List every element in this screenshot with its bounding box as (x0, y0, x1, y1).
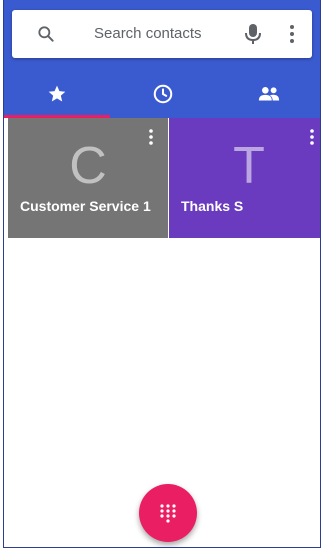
contact-name: Customer Service 1 (20, 198, 151, 214)
contact-letter-avatar: T (233, 137, 265, 195)
tab-favorites[interactable] (4, 70, 110, 118)
star-icon (48, 85, 66, 102)
contact-letter-avatar: C (69, 137, 107, 195)
clock-icon (153, 84, 173, 104)
more-vert-icon[interactable] (309, 128, 315, 146)
search-icon[interactable] (36, 24, 56, 44)
tab-contacts[interactable] (216, 70, 320, 118)
favorite-tile[interactable]: T Thanks S (169, 118, 320, 238)
favorite-tile[interactable]: C Customer Service 1 (8, 118, 168, 238)
tab-bar (4, 70, 320, 118)
search-input[interactable]: Search contacts (94, 10, 202, 58)
more-vert-icon[interactable] (288, 23, 296, 45)
tab-recents[interactable] (110, 70, 216, 118)
contact-name: Thanks S (181, 198, 244, 214)
app-window: Search contacts C Customer Service 1 T T… (3, 0, 321, 548)
dialpad-icon (160, 504, 176, 523)
favorites-grid: C Customer Service 1 T Thanks S (4, 118, 320, 238)
more-vert-icon[interactable] (148, 128, 154, 146)
search-bar[interactable]: Search contacts (12, 10, 312, 58)
dialpad-button[interactable] (139, 484, 197, 542)
mic-icon[interactable] (244, 23, 262, 45)
app-header: Search contacts (4, 0, 320, 118)
people-icon (258, 86, 280, 101)
